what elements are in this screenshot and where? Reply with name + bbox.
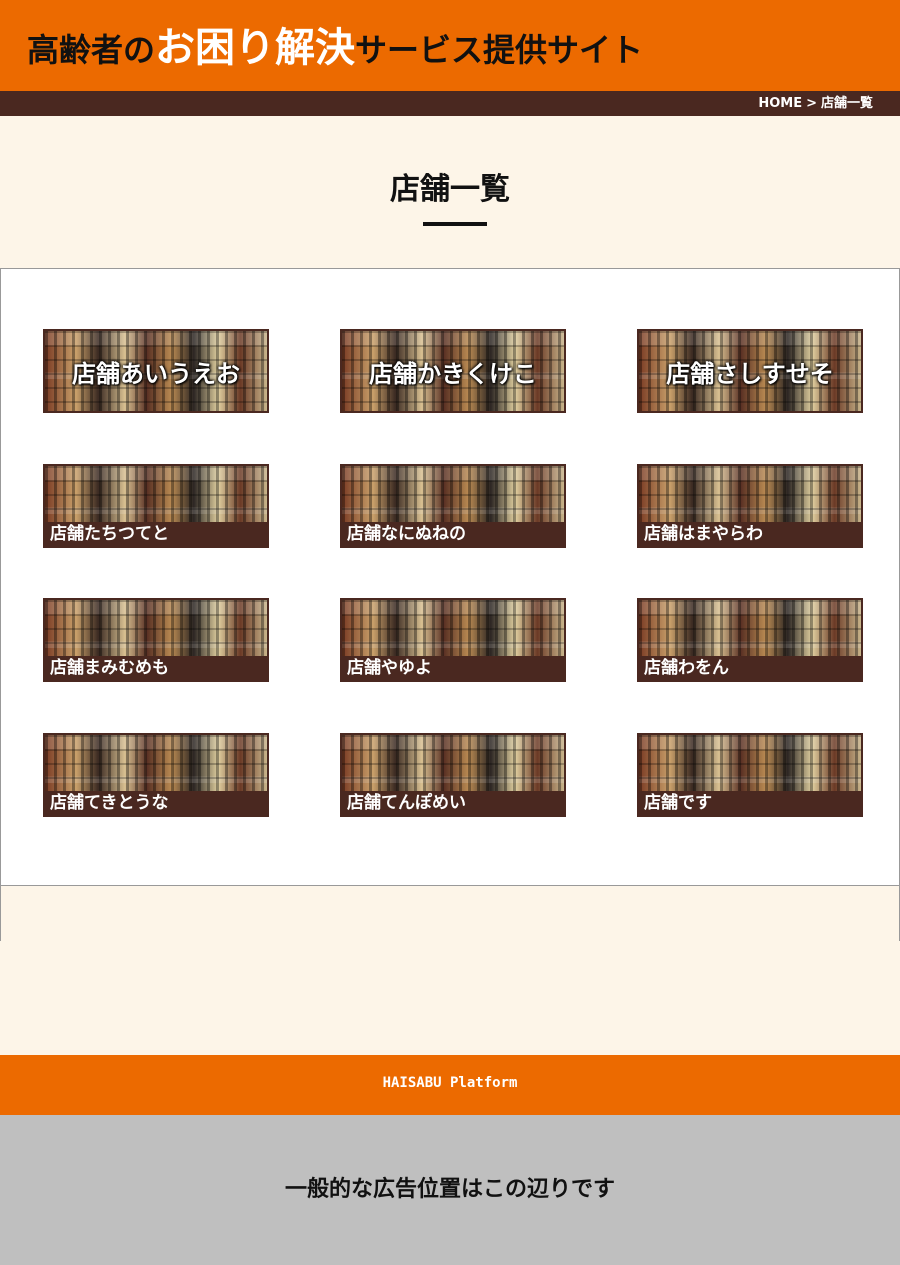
breadcrumb-separator: > — [806, 96, 817, 111]
store-name: 店舗あいうえお — [72, 359, 240, 388]
panel-extension-line-left — [0, 886, 1, 941]
store-tile[interactable]: 店舗たちつてと — [43, 464, 269, 548]
store-tile[interactable]: 店舗てきとうな — [43, 733, 269, 817]
store-name: 店舗やゆよ — [347, 658, 432, 678]
breadcrumb-current: 店舗一覧 — [820, 96, 873, 111]
store-tile[interactable]: 店舗わをん — [637, 598, 863, 682]
store-name: 店舗かきくけこ — [369, 359, 537, 388]
store-tile[interactable]: 店舗やゆよ — [340, 598, 566, 682]
store-list-panel: 店舗あいうえお 店舗かきくけこ 店舗さしすせそ 店舗たちつてと 店舗なにぬねの … — [0, 268, 900, 886]
store-name: 店舗さしすせそ — [666, 359, 834, 388]
store-tile[interactable]: 店舗はまやらわ — [637, 464, 863, 548]
store-name: 店舗てきとうな — [50, 793, 169, 813]
store-name: 店舗です — [644, 793, 712, 813]
site-title[interactable]: 高齢者のお困り解決サービス提供サイト — [27, 22, 643, 82]
ad-placeholder-text: 一般的な広告位置はこの辺りです — [284, 1177, 615, 1202]
store-tile[interactable]: 店舗てんぽめい — [340, 733, 566, 817]
store-tile[interactable]: 店舗かきくけこ — [340, 329, 566, 413]
store-name: 店舗まみむめも — [50, 658, 169, 678]
site-title-part3: サービス提供サイト — [355, 31, 644, 69]
store-name: 店舗わをん — [644, 658, 729, 678]
title-underline — [423, 222, 487, 226]
page-title: 店舗一覧 — [390, 172, 510, 207]
store-tile[interactable]: 店舗あいうえお — [43, 329, 269, 413]
site-title-part1: 高齢者の — [27, 31, 156, 69]
footer-brand: HAISABU Platform — [382, 1075, 518, 1091]
ad-area[interactable]: 一般的な広告位置はこの辺りです — [0, 1115, 900, 1265]
store-name: 店舗たちつてと — [50, 524, 169, 544]
site-header: 高齢者のお困り解決サービス提供サイト — [0, 0, 900, 91]
site-footer: HAISABU Platform — [0, 1055, 900, 1115]
store-tile[interactable]: 店舗さしすせそ — [637, 329, 863, 413]
breadcrumb-bar: HOME > 店舗一覧 — [0, 91, 900, 116]
store-name: 店舗はまやらわ — [644, 524, 763, 544]
store-tile[interactable]: 店舗なにぬねの — [340, 464, 566, 548]
site-title-part2: お困り解決 — [155, 25, 356, 71]
store-name: 店舗てんぽめい — [347, 793, 466, 813]
store-tile[interactable]: 店舗まみむめも — [43, 598, 269, 682]
store-name: 店舗なにぬねの — [347, 524, 466, 544]
breadcrumb-home-link[interactable]: HOME — [758, 96, 802, 111]
breadcrumb: HOME > 店舗一覧 — [758, 91, 873, 116]
store-tile[interactable]: 店舗です — [637, 733, 863, 817]
